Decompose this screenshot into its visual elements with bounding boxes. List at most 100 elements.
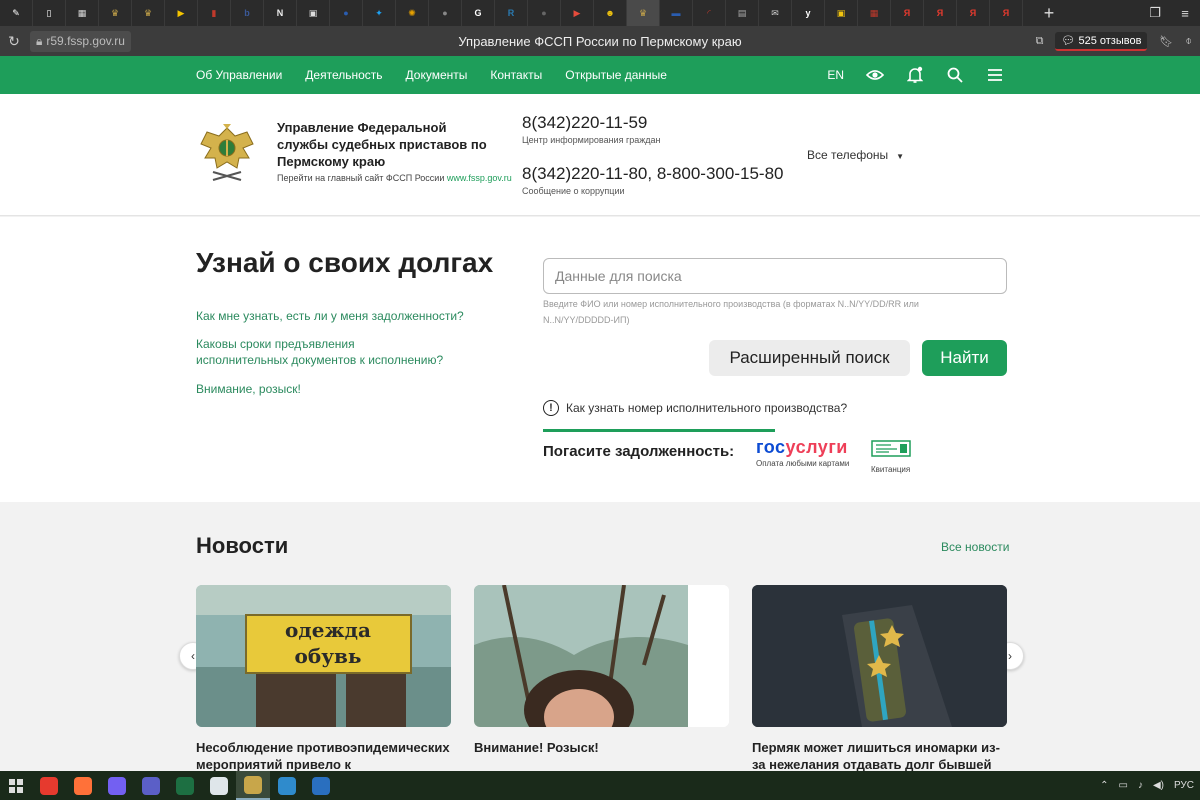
phone-info-center[interactable]: 8(342)220-11-59 <box>522 113 647 133</box>
browser-tab[interactable]: ▮ <box>198 0 231 26</box>
browser-tab[interactable]: Я <box>924 0 957 26</box>
news-card-title[interactable]: Несоблюдение противоэпидемических меропр… <box>196 739 456 773</box>
chevron-up-icon[interactable]: ⌃ <box>1100 780 1108 791</box>
browser-tab[interactable]: ☻ <box>594 0 627 26</box>
all-news-link[interactable]: Все новости <box>941 540 1009 554</box>
microphone-icon[interactable]: ♪ <box>1138 780 1143 791</box>
debt-search-input[interactable]: Данные для поиска <box>543 258 1007 294</box>
gosuslugi-pay-link[interactable]: госуслуги Оплата любыми картами <box>756 437 849 468</box>
browser-tab[interactable]: ▶ <box>165 0 198 26</box>
taskbar-app[interactable] <box>236 771 270 800</box>
browser-tab[interactable]: ▤ <box>726 0 759 26</box>
receipt-caption: Квитанция <box>871 465 911 474</box>
browser-tab[interactable]: ▶ <box>561 0 594 26</box>
browser-tab[interactable]: Я <box>990 0 1023 26</box>
nav-item-contacts[interactable]: Контакты <box>490 68 542 82</box>
browser-tab[interactable]: ▯ <box>33 0 66 26</box>
faq-link-deadlines[interactable]: Каковы сроки предъявления исполнительных… <box>196 336 446 368</box>
shop-sign-photo: одежда обувь <box>196 585 451 727</box>
network-icon[interactable]: ▭ <box>1118 780 1127 791</box>
nav-item-open-data[interactable]: Открытые данные <box>565 68 667 82</box>
restore-icon[interactable]: ❐ <box>1140 5 1170 21</box>
menu-icon[interactable]: ≡ <box>1170 6 1200 21</box>
extension-icon[interactable]: ⧉ <box>1036 35 1044 48</box>
find-button[interactable]: Найти <box>922 340 1007 376</box>
volume-icon[interactable]: ◀) <box>1153 780 1164 791</box>
caret-down-icon: ▼ <box>896 152 905 161</box>
browser-tab[interactable]: b <box>231 0 264 26</box>
bell-icon[interactable] <box>906 66 924 84</box>
taskbar-app[interactable] <box>32 771 66 800</box>
howto-link[interactable]: ! Как узнать номер исполнительного произ… <box>543 400 847 416</box>
phone-corruption[interactable]: 8(342)220-11-80, 8-800-300-15-80 <box>522 164 783 184</box>
faq-link-wanted[interactable]: Внимание, розыск! <box>196 381 301 397</box>
browser-tab[interactable]: R <box>495 0 528 26</box>
taskbar-app[interactable] <box>270 771 304 800</box>
browser-tab[interactable]: ✦ <box>363 0 396 26</box>
shield-icon[interactable]: ⌽ <box>1185 35 1192 48</box>
eye-icon[interactable] <box>866 66 884 84</box>
news-card-image[interactable] <box>474 585 729 727</box>
hamburger-menu-icon[interactable] <box>986 66 1004 84</box>
search-icon[interactable] <box>946 66 964 84</box>
browser-tab[interactable]: ▦ <box>858 0 891 26</box>
browser-tab[interactable]: ▣ <box>297 0 330 26</box>
fssp-emblem-icon <box>244 775 262 794</box>
url-field[interactable]: 🔒︎ r59.fssp.gov.ru <box>30 30 131 52</box>
taskbar-app[interactable] <box>100 771 134 800</box>
browser-tab[interactable]: y <box>792 0 825 26</box>
browser-tab[interactable]: ✎ <box>0 0 33 26</box>
system-tray: ⌃ ▭ ♪ ◀) РУС <box>1100 771 1194 800</box>
all-phones-dropdown[interactable]: Все телефоны ▼ <box>807 148 904 162</box>
reload-icon[interactable]: ↻ <box>2 33 26 50</box>
main-site-url[interactable]: www.fssp.gov.ru <box>447 173 512 183</box>
browser-tab[interactable]: ✉ <box>759 0 792 26</box>
taskbar-app[interactable] <box>202 771 236 800</box>
os-taskbar: ⌃ ▭ ♪ ◀) РУС <box>0 771 1200 800</box>
advanced-search-button[interactable]: Расширенный поиск <box>709 340 910 376</box>
reviews-badge[interactable]: 💬︎ 525 отзывов <box>1055 31 1148 51</box>
bookmark-icon[interactable]: 🔖︎ <box>1159 35 1173 48</box>
twitter-icon: ✦ <box>375 7 383 18</box>
browser-tab[interactable]: ▬ <box>660 0 693 26</box>
browser-tab[interactable]: ▣ <box>825 0 858 26</box>
news-card-image[interactable] <box>752 585 1007 727</box>
news-card-title[interactable]: Внимание! Розыск! <box>474 739 734 756</box>
browser-tab[interactable]: Я <box>957 0 990 26</box>
browser-tab[interactable]: ● <box>429 0 462 26</box>
taskbar-app[interactable] <box>134 771 168 800</box>
excel-icon <box>176 776 194 795</box>
taskbar-app[interactable] <box>66 771 100 800</box>
windows-start-icon[interactable] <box>0 771 32 800</box>
browser-tab[interactable]: Я <box>891 0 924 26</box>
browser-tab[interactable]: ✺ <box>396 0 429 26</box>
notepad-icon <box>210 776 228 795</box>
taskbar-app[interactable] <box>304 771 338 800</box>
main-navigation: Об Управлении Деятельность Документы Кон… <box>0 56 1200 94</box>
fssp-emblem-icon[interactable] <box>197 122 257 186</box>
browser-tab[interactable]: ♛ <box>132 0 165 26</box>
browser-tab[interactable]: ◜ <box>693 0 726 26</box>
nav-item-documents[interactable]: Документы <box>406 68 468 82</box>
language-switch[interactable]: EN <box>827 68 844 82</box>
taskbar-app[interactable] <box>168 771 202 800</box>
faq-link-check-debt[interactable]: Как мне узнать, есть ли у меня задолженн… <box>196 308 476 324</box>
receipt-link[interactable]: Квитанция <box>871 440 921 474</box>
browser-tab[interactable]: N <box>264 0 297 26</box>
r-icon: R <box>507 8 515 18</box>
nav-tools: EN <box>827 56 1004 94</box>
news-card-image[interactable]: одежда обувь <box>196 585 451 727</box>
main-site-link[interactable]: Перейти на главный сайт ФССП России www.… <box>277 173 512 183</box>
nav-item-activity[interactable]: Деятельность <box>305 68 382 82</box>
news-icon: N <box>276 8 284 18</box>
browser-tab[interactable]: ▦ <box>66 0 99 26</box>
browser-tab[interactable]: ● <box>330 0 363 26</box>
nav-item-about[interactable]: Об Управлении <box>196 68 282 82</box>
browser-tab[interactable]: ● <box>528 0 561 26</box>
keyboard-language[interactable]: РУС <box>1174 780 1194 791</box>
browser-tab[interactable]: G <box>462 0 495 26</box>
browser-tab[interactable]: ♛ <box>99 0 132 26</box>
new-tab-icon[interactable]: + <box>1035 2 1063 24</box>
organization-name[interactable]: Управление Федеральной службы судебных п… <box>277 119 487 170</box>
browser-tab[interactable]: ♛ <box>627 0 660 26</box>
